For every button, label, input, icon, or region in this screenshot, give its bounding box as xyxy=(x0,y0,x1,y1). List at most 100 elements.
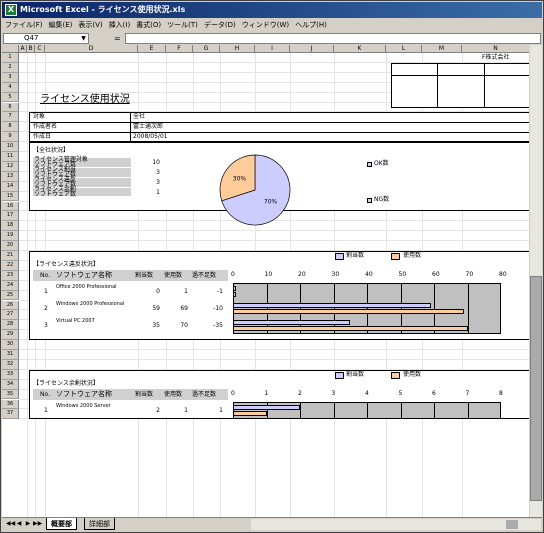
column-header[interactable]: J xyxy=(290,45,334,53)
pie-legend-swatch xyxy=(367,197,372,203)
menu-item[interactable]: ツール(T) xyxy=(164,18,201,32)
row-header[interactable]: 10 xyxy=(2,142,19,152)
row-header[interactable]: 20 xyxy=(2,241,19,251)
legend-swatch-alloc xyxy=(335,253,344,260)
row-header[interactable]: 26 xyxy=(2,300,19,311)
legend-label-used: 使用数 xyxy=(403,370,422,378)
column-header[interactable]: F xyxy=(166,45,193,53)
column-header[interactable]: I xyxy=(255,45,290,53)
menu-item[interactable]: ファイル(F) xyxy=(2,18,46,32)
row-header[interactable]: 36 xyxy=(2,399,19,410)
row-header[interactable]: 28 xyxy=(2,320,19,331)
column-header[interactable]: K xyxy=(334,45,386,53)
axis-tick-label: 6 xyxy=(432,389,436,397)
select-all-corner[interactable] xyxy=(2,45,19,53)
row-header[interactable]: 30 xyxy=(2,340,19,350)
row-header[interactable]: 32 xyxy=(2,359,19,370)
tab-scroll-arrow-icon[interactable]: ▶ xyxy=(24,519,32,529)
gridline xyxy=(19,230,529,232)
row-header[interactable]: 21 xyxy=(2,251,19,261)
horizontal-scrollbar[interactable] xyxy=(251,519,541,530)
menu-item[interactable]: 挿入(I) xyxy=(106,18,134,32)
column-header[interactable]: L xyxy=(386,45,422,53)
horizontal-scroll-thumb[interactable] xyxy=(506,520,518,529)
row-header[interactable]: 31 xyxy=(2,350,19,360)
tab-scroll-arrow-icon[interactable]: ◀ xyxy=(15,519,23,529)
header-diff: 過不足数 xyxy=(192,390,217,398)
menu-item[interactable]: 表示(V) xyxy=(75,18,105,32)
row-header[interactable]: 5 xyxy=(2,92,19,103)
legend-swatch-used xyxy=(391,253,400,260)
overall-value: 10 xyxy=(152,158,160,166)
row-header[interactable]: 25 xyxy=(2,290,19,301)
row-header[interactable]: 4 xyxy=(2,82,19,93)
plot-gridline xyxy=(434,401,435,419)
info-label: 作成者名 xyxy=(33,123,58,131)
axis-tick-label: 80 xyxy=(499,271,507,278)
excel-icon: X xyxy=(5,4,17,16)
row-header[interactable]: 11 xyxy=(2,152,19,162)
row-header[interactable]: 9 xyxy=(2,132,19,143)
info-label: 作成日 xyxy=(33,133,52,141)
plot-gridline xyxy=(333,401,335,419)
row-header[interactable]: 24 xyxy=(2,280,19,291)
row-header[interactable]: 8 xyxy=(2,122,19,133)
header-used: 使用数 xyxy=(164,390,183,398)
row-header[interactable]: 33 xyxy=(2,369,19,380)
window-title: Microsoft Excel - ライセンス使用状況.xls xyxy=(20,5,186,14)
column-header[interactable]: N xyxy=(462,45,529,53)
column-header[interactable]: M xyxy=(422,45,462,53)
row-header[interactable]: 7 xyxy=(2,112,19,123)
chevron-down-icon[interactable]: ▼ xyxy=(80,35,87,42)
axis-tick-label: 60 xyxy=(432,271,440,278)
row-name: Windows 2000 Professional xyxy=(56,301,125,307)
row-header[interactable]: 13 xyxy=(2,171,19,182)
row-header[interactable]: 2 xyxy=(2,62,19,73)
row-header[interactable]: 29 xyxy=(2,330,19,341)
row-no: 2 xyxy=(44,305,48,312)
formula-bar[interactable] xyxy=(125,33,541,44)
column-header[interactable]: E xyxy=(138,45,166,53)
row-header[interactable]: 14 xyxy=(2,181,19,192)
name-box[interactable]: Q47 ▼ xyxy=(3,33,89,44)
row-header[interactable]: 22 xyxy=(2,260,19,271)
column-header[interactable]: A xyxy=(19,45,27,53)
tab-scroll-arrow-icon[interactable]: ▶▶ xyxy=(33,519,42,529)
menu-item[interactable]: ヘルプ(H) xyxy=(292,18,330,32)
column-header[interactable]: H xyxy=(220,45,255,53)
column-header[interactable]: C xyxy=(35,45,45,53)
column-header[interactable]: B xyxy=(27,45,35,53)
worksheet-grid[interactable]: A B C D E F G H I J K L M N 1 2 3 4 5 6 7 8 9 10 11 12 13 14 15 16 17 1… xyxy=(2,45,529,517)
plot-gridline xyxy=(367,401,368,419)
row-header[interactable]: 3 xyxy=(2,72,19,83)
header-alloc: 割当数 xyxy=(135,390,154,398)
header-no: No. xyxy=(40,390,50,398)
row-header[interactable]: 12 xyxy=(2,161,19,172)
tab-scroll-arrow-icon[interactable]: ◀◀ xyxy=(6,519,15,529)
column-header[interactable]: G xyxy=(193,45,220,53)
axis-tick-label: 40 xyxy=(365,271,373,278)
row-header[interactable]: 35 xyxy=(2,389,19,400)
header-alloc: 割当数 xyxy=(135,272,154,279)
row-header[interactable]: 16 xyxy=(2,201,19,212)
row-header[interactable]: 15 xyxy=(2,191,19,202)
menu-item[interactable]: 書式(O) xyxy=(133,18,164,32)
row-header[interactable]: 1 xyxy=(2,53,19,63)
vertical-scroll-thumb[interactable] xyxy=(530,276,542,501)
sheet-tab[interactable]: 詳細部 xyxy=(84,518,115,530)
row-header[interactable]: 23 xyxy=(2,270,19,281)
row-header[interactable]: 19 xyxy=(2,231,19,242)
menu-item[interactable]: ウィンドウ(W) xyxy=(239,18,292,32)
row-header[interactable]: 17 xyxy=(2,211,19,222)
row-header[interactable]: 18 xyxy=(2,221,19,232)
header-no: No. xyxy=(40,272,50,279)
menu-item[interactable]: データ(D) xyxy=(201,18,239,32)
row-header[interactable]: 6 xyxy=(2,102,19,113)
row-header[interactable]: 34 xyxy=(2,379,19,390)
row-header[interactable]: 27 xyxy=(2,310,19,321)
row-diff: -1 xyxy=(217,288,223,295)
menu-item[interactable]: 編集(E) xyxy=(46,18,76,32)
column-header[interactable]: D xyxy=(45,45,138,53)
row-header[interactable]: 37 xyxy=(2,409,19,420)
sheet-tab[interactable]: 概要部 xyxy=(46,518,77,530)
